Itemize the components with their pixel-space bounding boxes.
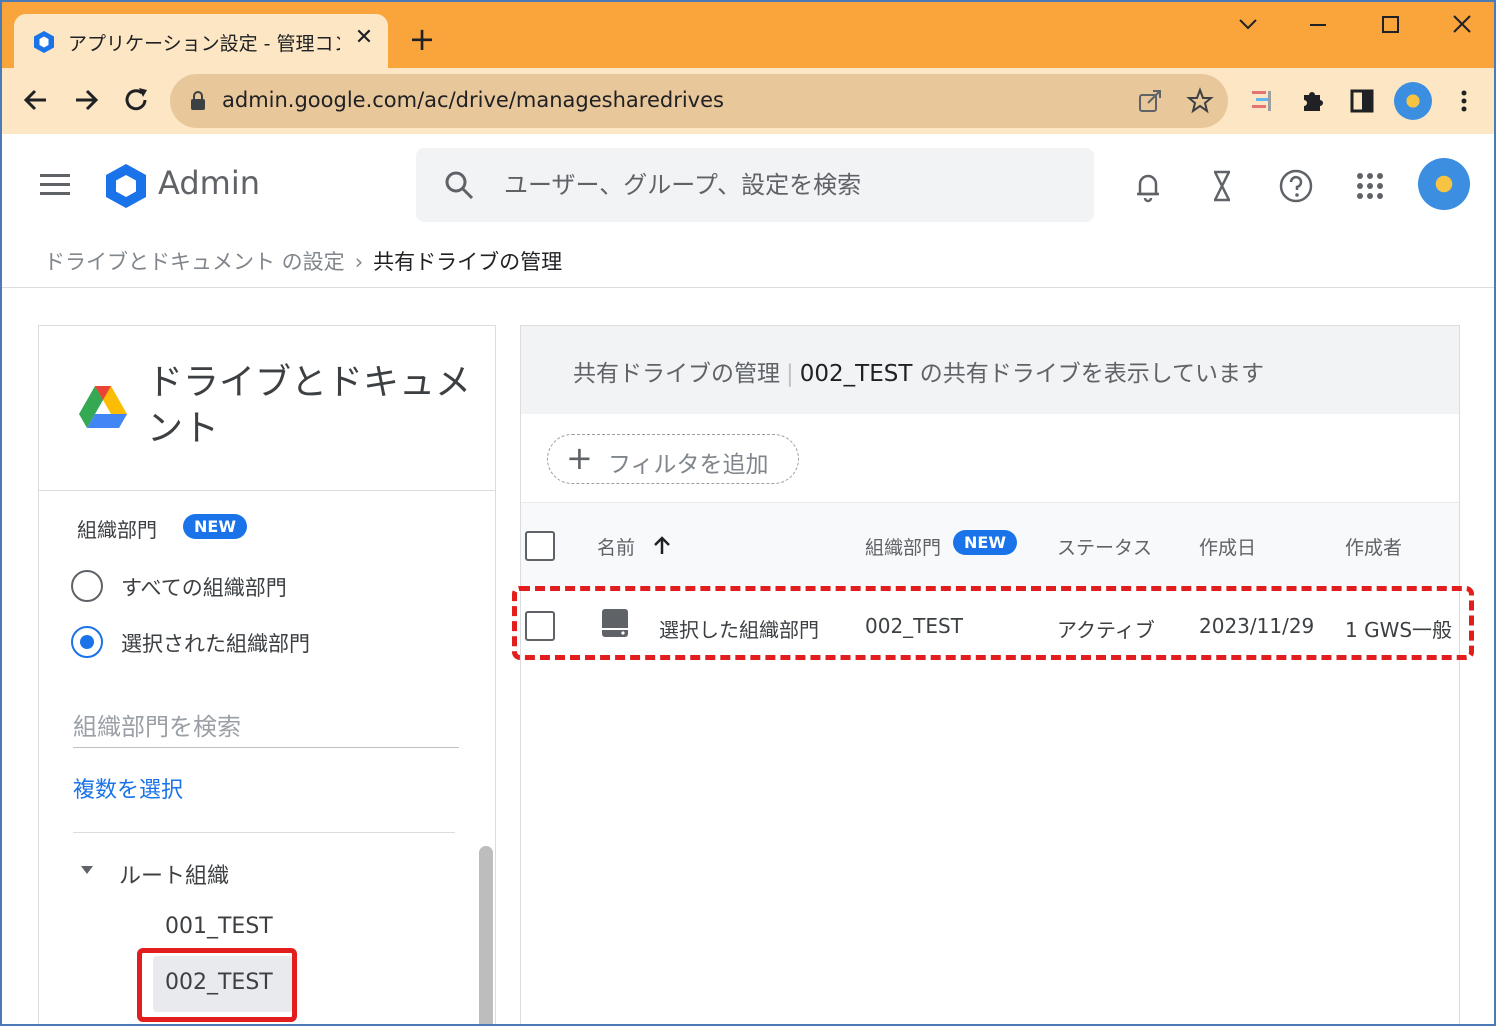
browser-tabstrip: アプリケーション設定 - 管理コンソール ✕ +	[2, 2, 1494, 68]
add-filter-label: フィルタを追加	[608, 452, 769, 478]
radio-all-ous-circle[interactable]	[71, 570, 103, 602]
panel-heading-text: 共有ドライブの管理 | 002_TEST の共有ドライブを表示しています	[573, 354, 1264, 388]
search-icon	[445, 171, 474, 200]
radio-selected-ous-label[interactable]: 選択された組織部門	[121, 628, 310, 658]
select-all-checkbox[interactable]	[525, 531, 555, 561]
radio-selected-ous-circle[interactable]	[71, 626, 103, 658]
admin-header: Admin	[2, 134, 1494, 236]
extension-colorful-icon[interactable]	[1246, 85, 1278, 117]
radio-all-ous-label[interactable]: すべての組織部門	[121, 572, 287, 602]
close-window-icon[interactable]	[1442, 10, 1482, 40]
share-icon[interactable]	[1136, 87, 1164, 115]
browser-menu-icon[interactable]	[1448, 85, 1480, 117]
admin-favicon-icon	[34, 31, 54, 53]
plus-icon: +	[566, 439, 593, 477]
breadcrumb-parent-link[interactable]: ドライブとドキュメント の設定	[44, 250, 345, 274]
apps-grid-icon[interactable]	[1352, 168, 1388, 204]
heading-prefix: 共有ドライブの管理	[573, 361, 780, 387]
url-text[interactable]: admin.google.com/ac/drive/managesharedri…	[222, 88, 724, 112]
radio-selected-ous[interactable]: 選択された組織部門	[71, 626, 371, 660]
heading-suffix: の共有ドライブを表示しています	[912, 361, 1265, 387]
column-header-creator[interactable]: 作成者	[1345, 533, 1402, 560]
tab-title: アプリケーション設定 - 管理コンソール	[68, 33, 340, 55]
tab-close-icon[interactable]: ✕	[350, 24, 378, 52]
column-header-created[interactable]: 作成日	[1199, 533, 1256, 560]
minimize-icon[interactable]	[1298, 10, 1338, 40]
help-icon[interactable]	[1278, 168, 1314, 204]
extensions-puzzle-icon[interactable]	[1296, 85, 1328, 117]
sidebar-divider-2	[73, 832, 455, 833]
notifications-bell-icon[interactable]	[1130, 168, 1166, 204]
forward-arrow-icon[interactable]	[70, 84, 102, 116]
heading-ou: 002_TEST	[799, 361, 913, 387]
admin-title[interactable]: Admin	[158, 164, 260, 202]
maximize-icon[interactable]	[1370, 10, 1410, 40]
caret-down-icon[interactable]	[79, 864, 95, 876]
admin-search-input[interactable]	[504, 166, 1064, 204]
address-bar[interactable]: admin.google.com/ac/drive/managesharedri…	[170, 74, 1228, 128]
lock-icon[interactable]	[190, 91, 206, 111]
shared-drives-panel: 共有ドライブの管理 | 002_TEST の共有ドライブを表示しています + フィル…	[520, 325, 1460, 1024]
google-drive-logo-icon	[79, 386, 127, 428]
tab-search-chevron-icon[interactable]	[1228, 10, 1268, 40]
tree-root-ou[interactable]: ルート組織	[119, 858, 229, 890]
radio-all-ous[interactable]: すべての組織部門	[71, 570, 371, 604]
hamburger-menu-icon[interactable]	[40, 174, 70, 196]
sort-ascending-arrow-icon[interactable]	[653, 535, 671, 555]
ou-section-label: 組織部門	[77, 518, 157, 542]
bookmark-star-icon[interactable]	[1186, 87, 1214, 115]
back-arrow-icon[interactable]	[20, 84, 52, 116]
tasks-hourglass-icon[interactable]	[1204, 168, 1240, 204]
column-header-ou[interactable]: 組織部門	[865, 533, 941, 560]
panel-heading: 共有ドライブの管理 | 002_TEST の共有ドライブを表示しています	[521, 326, 1459, 414]
side-panel-icon[interactable]	[1346, 85, 1378, 117]
breadcrumb-separator: ›	[354, 250, 364, 274]
admin-logo-icon[interactable]	[102, 162, 150, 210]
column-new-badge: NEW	[953, 530, 1017, 555]
sidebar-scrollbar[interactable]	[479, 846, 493, 1024]
breadcrumb-current: 共有ドライブの管理	[373, 250, 563, 274]
sidebar-divider	[39, 490, 495, 491]
breadcrumb: ドライブとドキュメント の設定 › 共有ドライブの管理	[44, 246, 562, 276]
add-filter-button[interactable]: + フィルタを追加	[547, 434, 799, 484]
row-highlight-annotation-box	[512, 586, 1474, 660]
column-header-name[interactable]: 名前	[597, 533, 635, 560]
heading-separator: |	[786, 361, 794, 387]
highlight-annotation-box	[137, 948, 297, 1022]
profile-avatar-icon[interactable]	[1394, 82, 1432, 120]
multi-select-link[interactable]: 複数を選択	[73, 772, 183, 804]
sidebar-title: ドライブとドキュメント	[147, 362, 472, 449]
header-divider	[2, 287, 1494, 288]
new-badge: NEW	[183, 514, 247, 539]
sidebar-panel: ドライブとドキュメント 組織部門 NEW すべての組織部門 選択された組織部門 …	[38, 325, 496, 1024]
browser-toolbar: admin.google.com/ac/drive/managesharedri…	[2, 68, 1494, 134]
new-tab-button[interactable]: +	[406, 23, 438, 56]
table-header: 名前 組織部門 NEW ステータス 作成日 作成者	[521, 502, 1459, 586]
account-avatar[interactable]	[1418, 158, 1470, 210]
screenshot-frame: アプリケーション設定 - 管理コンソール ✕ +	[0, 0, 1496, 1026]
ou-search-input[interactable]	[73, 706, 459, 748]
column-header-status[interactable]: ステータス	[1057, 533, 1152, 560]
reload-icon[interactable]	[120, 84, 152, 116]
admin-search-box[interactable]	[416, 148, 1094, 222]
browser-tab[interactable]: アプリケーション設定 - 管理コンソール ✕	[14, 14, 388, 68]
tree-item-ou[interactable]: 001_TEST	[165, 914, 273, 939]
